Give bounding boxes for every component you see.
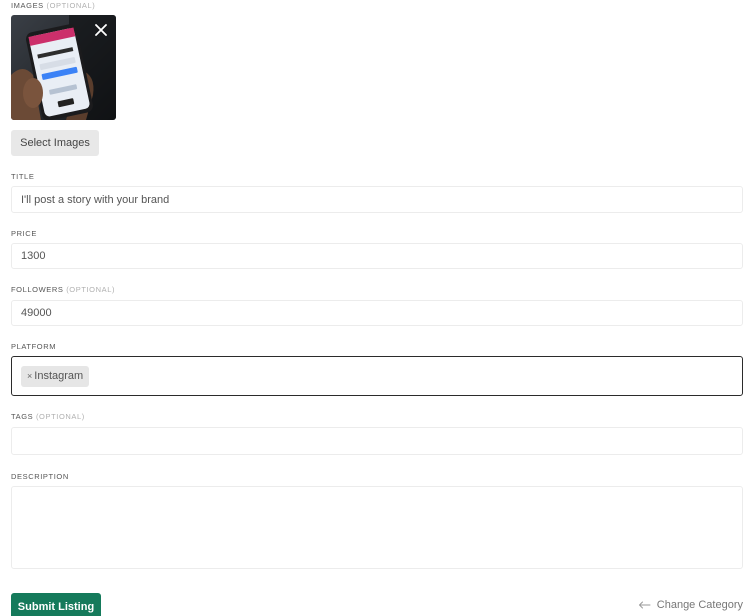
platform-label: PLATFORM <box>11 342 57 351</box>
title-input[interactable]: I'll post a story with your brand <box>11 186 743 213</box>
tags-optional-text: (OPTIONAL) <box>35 412 85 421</box>
platform-tag-label: Instagram <box>34 370 84 382</box>
price-input-value: 1300 <box>21 250 46 262</box>
platform-tag-instagram: × Instagram <box>21 365 90 387</box>
followers-label: FOLLOWERS (OPTIONAL) <box>11 285 115 294</box>
description-label: DESCRIPTION <box>11 472 69 481</box>
title-input-value: I'll post a story with your brand <box>21 193 170 206</box>
title-label: TITLE <box>11 172 35 181</box>
images-optional-text: (OPTIONAL) <box>46 1 96 10</box>
price-label: PRICE <box>11 229 37 238</box>
tags-label: TAGS (OPTIONAL) <box>11 412 85 421</box>
followers-label-text: FOLLOWERS <box>11 285 64 294</box>
images-label: IMAGES (OPTIONAL) <box>11 1 95 10</box>
close-icon <box>95 24 107 36</box>
change-category-label: Change Category <box>656 599 743 611</box>
tags-label-text: TAGS <box>11 412 34 421</box>
followers-input[interactable]: 49000 <box>11 300 743 326</box>
submit-listing-button[interactable]: Submit Listing <box>11 593 101 616</box>
image-thumbnail <box>11 15 116 120</box>
followers-input-value: 49000 <box>21 307 52 319</box>
platform-select[interactable]: × Instagram <box>11 356 743 396</box>
description-textarea[interactable] <box>11 486 743 569</box>
change-category-link[interactable]: Change Category <box>638 599 743 611</box>
price-input[interactable]: 1300 <box>11 243 743 269</box>
remove-tag-button[interactable]: × <box>27 371 32 381</box>
followers-optional-text: (OPTIONAL) <box>66 285 116 294</box>
remove-image-button[interactable] <box>90 19 112 41</box>
images-label-text: IMAGES <box>11 1 44 10</box>
tags-input[interactable] <box>11 427 743 455</box>
select-images-button[interactable]: Select Images <box>11 130 99 156</box>
arrow-left-icon <box>638 601 651 609</box>
